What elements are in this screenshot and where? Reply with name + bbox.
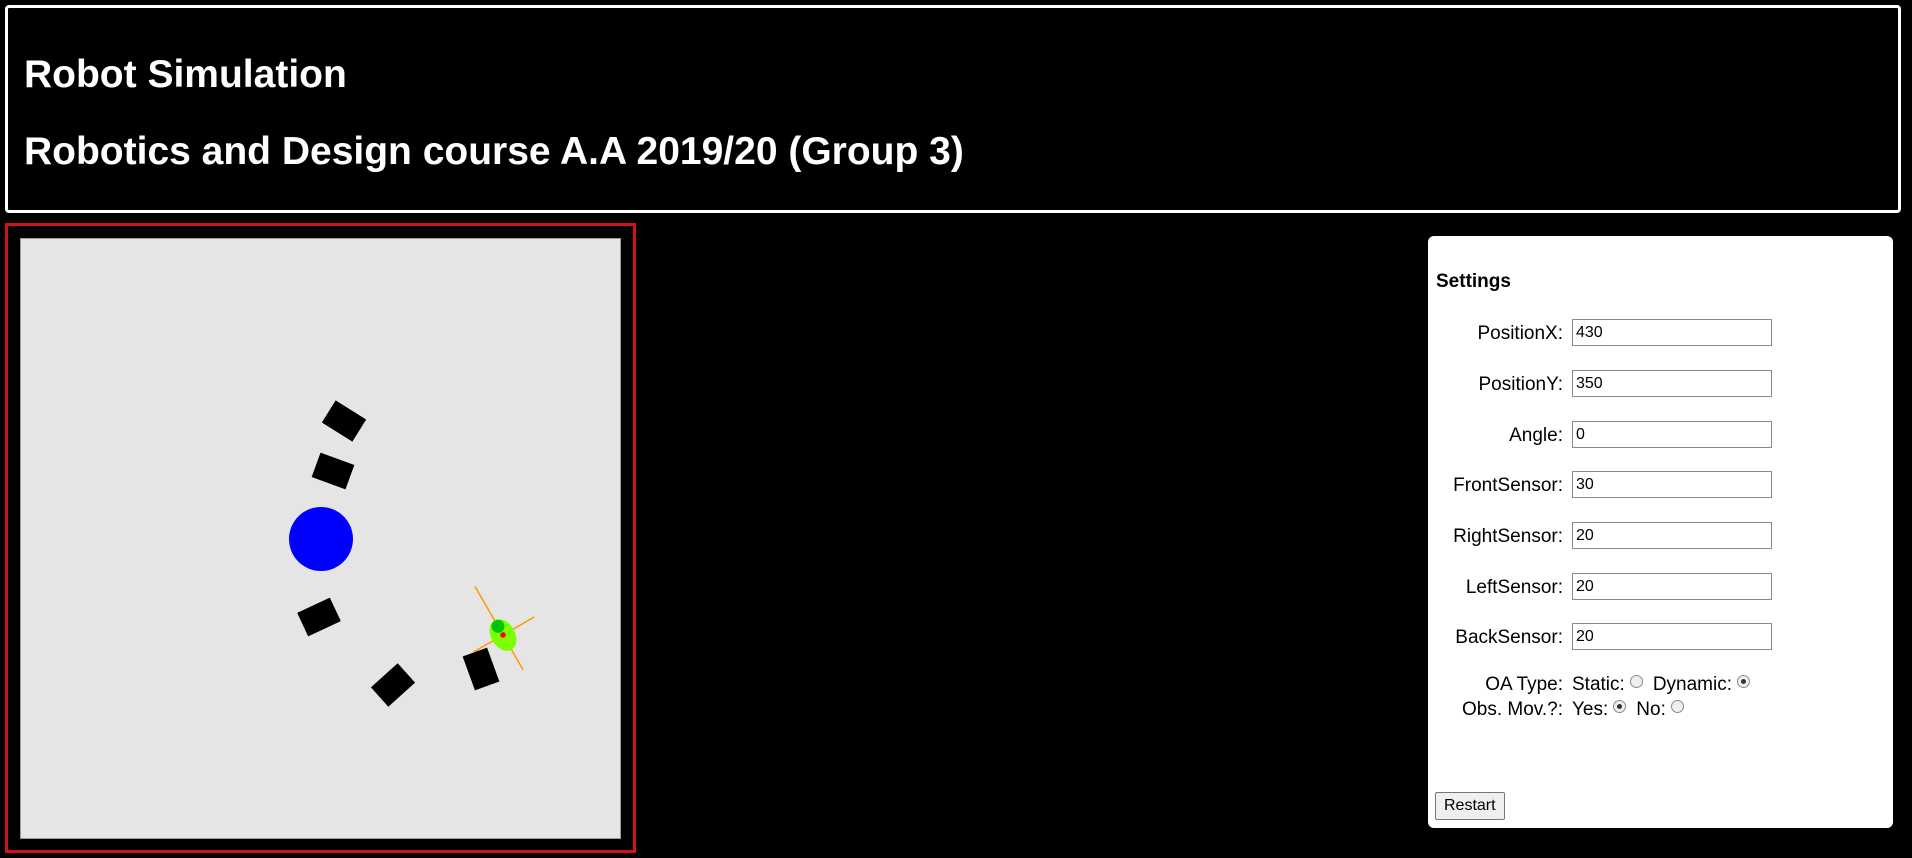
obstacle — [321, 400, 367, 442]
oa-dynamic-label: Dynamic: — [1652, 674, 1732, 695]
right-sensor-input[interactable] — [1572, 522, 1772, 549]
obs-mov-yes-radio[interactable] — [1613, 700, 1627, 714]
right-sensor-label: RightSensor: — [1453, 526, 1563, 547]
obstacle — [370, 663, 416, 707]
obstacle — [297, 597, 341, 637]
back-sensor-label: BackSensor: — [1455, 627, 1563, 648]
obs-mov-label: Obs. Mov.?: — [1461, 699, 1563, 720]
obs-mov-yes-label: Yes: — [1572, 699, 1609, 720]
oa-type-row: OA Type: Static: Dynamic: — [1428, 674, 1893, 700]
settings-panel: Settings PositionX: PositionY: Angle: Fr… — [1428, 236, 1893, 828]
oa-type-label: OA Type: — [1485, 674, 1563, 695]
front-sensor-label: FrontSensor: — [1453, 475, 1563, 496]
angle-input[interactable] — [1572, 421, 1772, 448]
right-sensor-row: RightSensor: — [1428, 522, 1893, 552]
obs-mov-no-radio[interactable] — [1670, 700, 1684, 714]
obstacle — [311, 452, 355, 490]
oa-dynamic-radio[interactable] — [1737, 675, 1750, 689]
position-y-label: PositionY: — [1478, 374, 1564, 395]
left-sensor-label: LeftSensor: — [1465, 577, 1563, 598]
front-sensor-row: FrontSensor: — [1428, 471, 1893, 501]
simulation-canvas — [289, 400, 555, 707]
settings-title: Settings — [1436, 271, 1511, 292]
page-subtitle: Robotics and Design course A.A 2019/20 (… — [24, 130, 964, 173]
position-y-row: PositionY: — [1428, 370, 1893, 400]
goal-marker — [289, 507, 353, 571]
page-title: Robot Simulation — [24, 53, 347, 96]
angle-label: Angle: — [1509, 425, 1563, 446]
obs-mov-row: Obs. Mov.?: Yes: No: — [1428, 699, 1893, 725]
oa-static-label: Static: — [1572, 674, 1625, 695]
position-x-input[interactable] — [1572, 319, 1772, 346]
page-header: Robot Simulation Robotics and Design cou… — [5, 5, 1901, 213]
restart-button[interactable]: Restart — [1435, 792, 1505, 820]
left-sensor-row: LeftSensor: — [1428, 573, 1893, 603]
robot[interactable] — [446, 569, 555, 687]
obstacle — [462, 647, 500, 691]
angle-row: Angle: — [1428, 421, 1893, 451]
front-sensor-input[interactable] — [1572, 471, 1772, 498]
position-y-input[interactable] — [1572, 370, 1772, 397]
back-sensor-row: BackSensor: — [1428, 623, 1893, 653]
left-sensor-input[interactable] — [1572, 573, 1772, 600]
oa-static-radio[interactable] — [1629, 675, 1643, 689]
back-sensor-input[interactable] — [1572, 623, 1772, 650]
position-x-row: PositionX: — [1428, 319, 1893, 349]
obs-mov-no-label: No: — [1636, 699, 1666, 720]
simulation-arena[interactable] — [20, 238, 621, 839]
position-x-label: PositionX: — [1477, 323, 1563, 344]
